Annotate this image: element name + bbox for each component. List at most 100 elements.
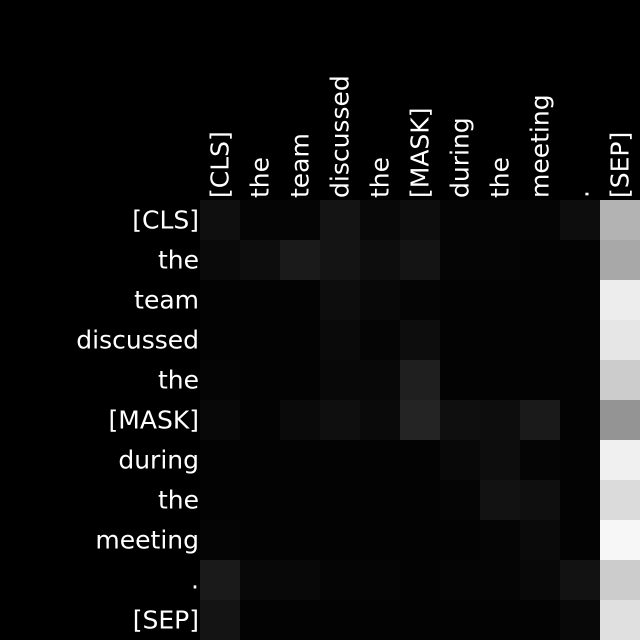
- heatmap-cell-r2-c0: [200, 280, 240, 320]
- y-tick-label-6: during: [118, 446, 199, 475]
- heatmap-cell-r9-c3: [320, 560, 360, 600]
- heatmap-cell-r9-c4: [360, 560, 400, 600]
- heatmap-cell-r0-c4: [360, 200, 400, 240]
- heatmap-cell-r9-c9: [560, 560, 600, 600]
- heatmap-cell-r6-c6: [440, 440, 480, 480]
- heatmap-cell-r9-c8: [520, 560, 560, 600]
- heatmap-cell-r10-c6: [440, 600, 480, 640]
- heatmap-cell-r6-c2: [280, 440, 320, 480]
- heatmap-cell-r2-c6: [440, 280, 480, 320]
- heatmap-cell-r10-c0: [200, 600, 240, 640]
- heatmap-cell-r6-c3: [320, 440, 360, 480]
- heatmap-cell-r2-c4: [360, 280, 400, 320]
- heatmap-cell-r6-c1: [240, 440, 280, 480]
- heatmap-cell-r7-c8: [520, 480, 560, 520]
- heatmap-cell-r4-c9: [560, 360, 600, 400]
- heatmap-cell-r8-c4: [360, 520, 400, 560]
- heatmap-cell-r3-c5: [400, 320, 440, 360]
- heatmap-cell-r4-c1: [240, 360, 280, 400]
- heatmap-cell-r4-c4: [360, 360, 400, 400]
- y-tick-label-0: [CLS]: [132, 206, 199, 235]
- heatmap-cell-r6-c5: [400, 440, 440, 480]
- heatmap-cell-r2-c7: [480, 280, 520, 320]
- heatmap-cell-r3-c2: [280, 320, 320, 360]
- heatmap-cell-r7-c9: [560, 480, 600, 520]
- heatmap-cell-r0-c10: [600, 200, 640, 240]
- heatmap-cell-r0-c3: [320, 200, 360, 240]
- x-tick-label-8: meeting: [526, 94, 555, 198]
- heatmap-cell-r5-c8: [520, 400, 560, 440]
- heatmap-cell-r5-c0: [200, 400, 240, 440]
- heatmap-cell-r3-c9: [560, 320, 600, 360]
- heatmap-cell-r3-c1: [240, 320, 280, 360]
- heatmap-cell-r4-c2: [280, 360, 320, 400]
- heatmap-cell-r8-c1: [240, 520, 280, 560]
- heatmap-cell-r7-c1: [240, 480, 280, 520]
- heatmap-cell-r9-c0: [200, 560, 240, 600]
- heatmap-cell-r7-c10: [600, 480, 640, 520]
- heatmap-cell-r6-c4: [360, 440, 400, 480]
- x-tick-label-2: team: [286, 133, 315, 198]
- heatmap-cell-r0-c9: [560, 200, 600, 240]
- heatmap-cell-r4-c5: [400, 360, 440, 400]
- heatmap-cell-r2-c10: [600, 280, 640, 320]
- heatmap-cell-r5-c3: [320, 400, 360, 440]
- heatmap-cell-r5-c5: [400, 400, 440, 440]
- y-tick-label-2: team: [134, 286, 199, 315]
- heatmap-cell-r0-c6: [440, 200, 480, 240]
- x-tick-label-5: [MASK]: [406, 108, 435, 198]
- heatmap-cell-r5-c10: [600, 400, 640, 440]
- heatmap-cell-r7-c5: [400, 480, 440, 520]
- heatmap-cell-r1-c7: [480, 240, 520, 280]
- heatmap-cell-r0-c2: [280, 200, 320, 240]
- y-tick-label-8: meeting: [95, 526, 199, 555]
- heatmap-cell-r9-c5: [400, 560, 440, 600]
- heatmap-cell-r1-c10: [600, 240, 640, 280]
- heatmap-cell-r7-c6: [440, 480, 480, 520]
- heatmap-cell-r3-c0: [200, 320, 240, 360]
- heatmap-cell-r5-c2: [280, 400, 320, 440]
- heatmap-cell-r4-c6: [440, 360, 480, 400]
- x-tick-label-4: the: [366, 157, 395, 198]
- heatmap-cell-r1-c5: [400, 240, 440, 280]
- heatmap-cell-r9-c1: [240, 560, 280, 600]
- heatmap-cell-r10-c10: [600, 600, 640, 640]
- heatmap-cell-r8-c7: [480, 520, 520, 560]
- heatmap-cell-r8-c5: [400, 520, 440, 560]
- heatmap-cell-r8-c8: [520, 520, 560, 560]
- heatmap-cell-r2-c2: [280, 280, 320, 320]
- heatmap-cell-r9-c2: [280, 560, 320, 600]
- heatmap-cell-r1-c1: [240, 240, 280, 280]
- heatmap-cell-r8-c0: [200, 520, 240, 560]
- heatmap-cell-r6-c8: [520, 440, 560, 480]
- heatmap-cell-r10-c1: [240, 600, 280, 640]
- heatmap-cell-r1-c0: [200, 240, 240, 280]
- heatmap-cell-r1-c6: [440, 240, 480, 280]
- heatmap-cell-r0-c8: [520, 200, 560, 240]
- heatmap-cell-r10-c5: [400, 600, 440, 640]
- heatmap-cell-r10-c3: [320, 600, 360, 640]
- heatmap-cell-r10-c2: [280, 600, 320, 640]
- heatmap-cell-r10-c9: [560, 600, 600, 640]
- heatmap-cell-r7-c7: [480, 480, 520, 520]
- x-tick-label-10: [SEP]: [606, 132, 635, 198]
- heatmap-cell-r2-c9: [560, 280, 600, 320]
- heatmap-cell-r2-c1: [240, 280, 280, 320]
- heatmap-cell-r7-c4: [360, 480, 400, 520]
- y-tick-label-9: .: [191, 566, 199, 595]
- heatmap-cell-r1-c3: [320, 240, 360, 280]
- heatmap-cell-r5-c4: [360, 400, 400, 440]
- y-tick-label-7: the: [158, 486, 199, 515]
- heatmap-cell-r9-c7: [480, 560, 520, 600]
- heatmap-cell-r9-c10: [600, 560, 640, 600]
- heatmap-cell-r3-c8: [520, 320, 560, 360]
- y-tick-label-1: the: [158, 246, 199, 275]
- heatmap-cell-r3-c6: [440, 320, 480, 360]
- heatmap-cell-r6-c7: [480, 440, 520, 480]
- heatmap-cell-r2-c8: [520, 280, 560, 320]
- heatmap-cell-r8-c3: [320, 520, 360, 560]
- heatmap-cell-r4-c10: [600, 360, 640, 400]
- x-tick-label-0: [CLS]: [206, 131, 235, 198]
- heatmap-cell-r2-c5: [400, 280, 440, 320]
- heatmap-cell-r1-c4: [360, 240, 400, 280]
